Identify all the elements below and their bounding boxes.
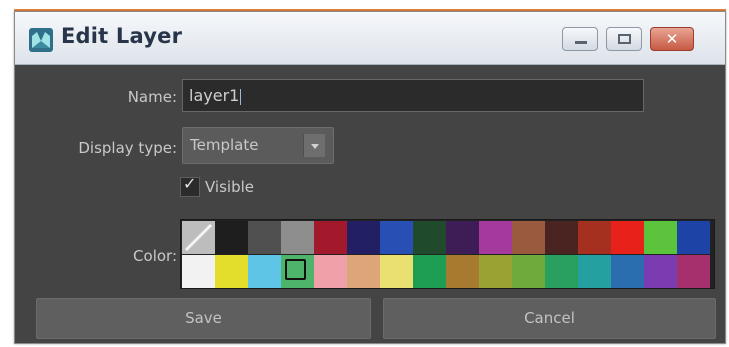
color-swatch[interactable] (215, 255, 248, 288)
save-button[interactable]: Save (36, 298, 371, 339)
color-label: Color: (133, 247, 177, 265)
color-swatch[interactable] (578, 255, 611, 288)
minimize-button[interactable] (562, 27, 598, 51)
color-swatch[interactable] (281, 255, 314, 288)
color-swatch[interactable] (677, 255, 710, 288)
name-input[interactable]: layer1 (182, 79, 644, 112)
text-caret (240, 88, 242, 105)
visible-checkbox[interactable]: ✓ (180, 174, 200, 197)
visible-label[interactable]: Visible (205, 178, 254, 196)
close-icon: ✕ (665, 30, 679, 48)
color-swatch[interactable] (314, 221, 347, 254)
color-swatch[interactable] (314, 255, 347, 288)
name-input-value: layer1 (189, 86, 240, 105)
no-color-icon (184, 223, 213, 252)
close-button[interactable]: ✕ (650, 27, 694, 51)
color-swatch-none[interactable] (182, 221, 215, 254)
title-bar[interactable]: Edit Layer ✕ (15, 12, 725, 65)
color-swatch[interactable] (644, 221, 677, 254)
color-swatch[interactable] (182, 255, 215, 288)
color-swatch[interactable] (545, 255, 578, 288)
color-swatch[interactable] (644, 255, 677, 288)
color-swatch[interactable] (380, 255, 413, 288)
color-swatch[interactable] (611, 221, 644, 254)
cancel-button[interactable]: Cancel (383, 298, 716, 339)
color-swatch[interactable] (281, 221, 314, 254)
color-swatch[interactable] (677, 221, 710, 254)
color-swatch[interactable] (545, 221, 578, 254)
display-type-label: Display type: (78, 139, 177, 157)
color-swatch[interactable] (512, 255, 545, 288)
maximize-icon (618, 34, 631, 44)
color-swatch[interactable] (413, 255, 446, 288)
chevron-down-icon[interactable] (303, 134, 325, 157)
window-title: Edit Layer (61, 24, 183, 48)
color-swatch[interactable] (578, 221, 611, 254)
checkmark-icon: ✓ (183, 174, 197, 193)
minimize-icon (575, 41, 587, 44)
display-type-value: Template (190, 136, 259, 154)
color-swatch[interactable] (611, 255, 644, 288)
color-swatch[interactable] (347, 255, 380, 288)
display-type-dropdown[interactable]: Template (182, 127, 334, 164)
color-swatch[interactable] (215, 221, 248, 254)
color-swatch[interactable] (347, 221, 380, 254)
color-swatch[interactable] (479, 221, 512, 254)
color-swatch[interactable] (446, 255, 479, 288)
color-swatch[interactable] (413, 221, 446, 254)
color-swatch[interactable] (446, 221, 479, 254)
color-swatch[interactable] (479, 255, 512, 288)
name-label: Name: (127, 88, 177, 106)
color-palette (180, 219, 715, 289)
color-swatch[interactable] (380, 221, 413, 254)
color-swatch[interactable] (248, 255, 281, 288)
edit-layer-dialog: Edit Layer ✕ Name: layer1 Display type: … (14, 11, 726, 344)
color-swatch[interactable] (512, 221, 545, 254)
app-icon (29, 28, 53, 52)
color-swatch[interactable] (248, 221, 281, 254)
maximize-button[interactable] (606, 27, 642, 51)
